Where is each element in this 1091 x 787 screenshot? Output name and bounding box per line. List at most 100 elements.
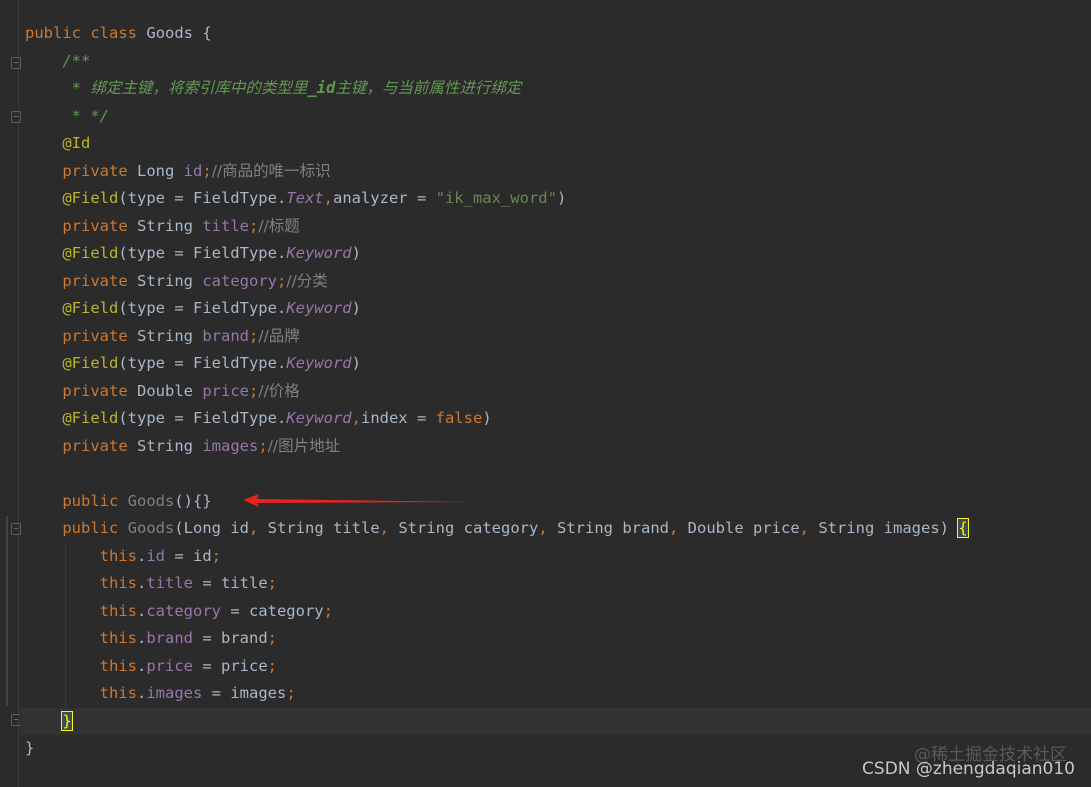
keyword: private (62, 216, 128, 235)
semicolon: ; (286, 684, 296, 702)
code-text: . (136, 546, 147, 565)
fold-marker-icon[interactable] (11, 111, 21, 123)
code-line: * 绑定主键，将索引库中的类型里_id主键，与当前属性进行绑定 (25, 75, 1091, 103)
field-name: price (202, 381, 250, 400)
code-text: String images) (809, 519, 959, 537)
indent-guide (65, 542, 66, 570)
comma: , (351, 409, 361, 427)
indent-guide (65, 597, 66, 625)
type-name: String (137, 436, 193, 455)
type-name: String (137, 326, 193, 345)
indent-guide (65, 625, 66, 653)
semicolon: ; (267, 574, 277, 592)
code-text: ) (482, 409, 492, 427)
doc-comment: 绑定主键，将索引库中的类型里 (90, 79, 308, 97)
code-text: (type = FieldType. (118, 189, 287, 207)
code-text: ) (556, 189, 567, 207)
enum-constant: Keyword (286, 409, 352, 427)
comma: , (538, 519, 548, 537)
brace: { (202, 24, 212, 42)
brace: } (25, 739, 35, 757)
code-line: private Long id;//商品的唯一标识 (25, 158, 1091, 186)
keyword: public (62, 491, 119, 510)
code-line: this.brand = brand; (25, 625, 1091, 653)
csdn-watermark: CSDN @zhengdaqian010 (862, 759, 1075, 779)
code-line: this.category = category; (25, 597, 1091, 625)
type-name: Long (137, 161, 175, 180)
line-comment: //商品的唯一标识 (211, 161, 331, 180)
field-name: id (146, 546, 165, 565)
code-editor[interactable]: public class Goods { /** * 绑定主键，将索引库中的类型… (20, 20, 1091, 763)
code-text: (Long id (174, 519, 249, 537)
line-comment: //品牌 (258, 326, 300, 345)
code-text: . (136, 684, 147, 702)
code-line: public Goods(Long id, String title, Stri… (25, 515, 1091, 543)
constructor-name: Goods (127, 519, 175, 537)
keyword: this (99, 574, 137, 592)
annotation: @Field (62, 299, 119, 317)
enum-constant: Keyword (286, 299, 352, 317)
type-name: Double (137, 381, 193, 400)
field-name: brand (202, 326, 250, 345)
matched-brace: } (61, 710, 73, 731)
enum-constant: Text (286, 189, 324, 207)
string-literal: "ik_max_word" (435, 189, 557, 207)
code-text: = images (202, 684, 287, 702)
code-text: . (136, 574, 147, 592)
matched-brace: { (957, 518, 969, 538)
code-text: (type = FieldType. (118, 244, 287, 262)
semicolon: ; (277, 271, 287, 290)
semicolon: ; (267, 656, 277, 675)
semicolon: ; (258, 436, 268, 455)
fold-marker-icon[interactable] (11, 523, 21, 535)
code-text: String title (258, 519, 380, 537)
code-line: private Double price;//价格 (25, 378, 1091, 406)
keyword: class (90, 24, 138, 42)
keyword: private (62, 161, 128, 180)
keyword: private (62, 271, 128, 290)
code-line: private String images;//图片地址 (25, 433, 1091, 461)
doc-comment: * (62, 79, 91, 97)
keyword: this (99, 546, 137, 565)
code-text: String category (389, 519, 539, 537)
arrow-shape (243, 494, 473, 507)
code-line: @Field(type = FieldType.Keyword) (25, 350, 1091, 378)
comma: , (669, 519, 679, 537)
field-name: title (202, 216, 250, 235)
code-text: (){} (174, 491, 212, 510)
fold-marker-icon[interactable] (11, 57, 21, 69)
code-text: . (136, 629, 147, 647)
enum-constant: Keyword (286, 354, 352, 372)
enum-constant: Keyword (286, 244, 352, 262)
semicolon: ; (249, 216, 259, 235)
doc-comment: /** (62, 51, 91, 70)
field-name: id (183, 161, 203, 180)
annotation: @Field (62, 244, 119, 262)
keyword: this (99, 656, 137, 675)
code-line: private String brand;//品牌 (25, 323, 1091, 351)
code-line: @Field(type = FieldType.Keyword) (25, 240, 1091, 268)
constructor-name: Goods (127, 491, 175, 510)
type-name: String (137, 271, 193, 290)
semicolon: ; (267, 629, 277, 647)
code-line: this.images = images; (25, 680, 1091, 708)
code-text: analyzer = (332, 189, 436, 207)
indent-guide (65, 652, 66, 680)
code-text: index = (360, 409, 436, 427)
code-text: ) (351, 354, 361, 372)
semicolon: ; (249, 326, 259, 345)
field-name: brand (146, 629, 193, 647)
doc-comment: 主键，与当前属性进行绑定 (335, 79, 522, 97)
annotation: @Field (62, 409, 119, 427)
code-text: = title (193, 574, 268, 592)
code-line: @Id (25, 130, 1091, 158)
code-text: . (136, 656, 147, 675)
keyword: public (62, 519, 119, 537)
code-text: . (136, 601, 147, 620)
doc-comment: * */ (62, 106, 109, 125)
vcs-change-marker (6, 516, 8, 706)
editor-gutter (0, 0, 21, 787)
code-line: public class Goods { (25, 20, 1091, 48)
code-line: this.price = price; (25, 652, 1091, 680)
